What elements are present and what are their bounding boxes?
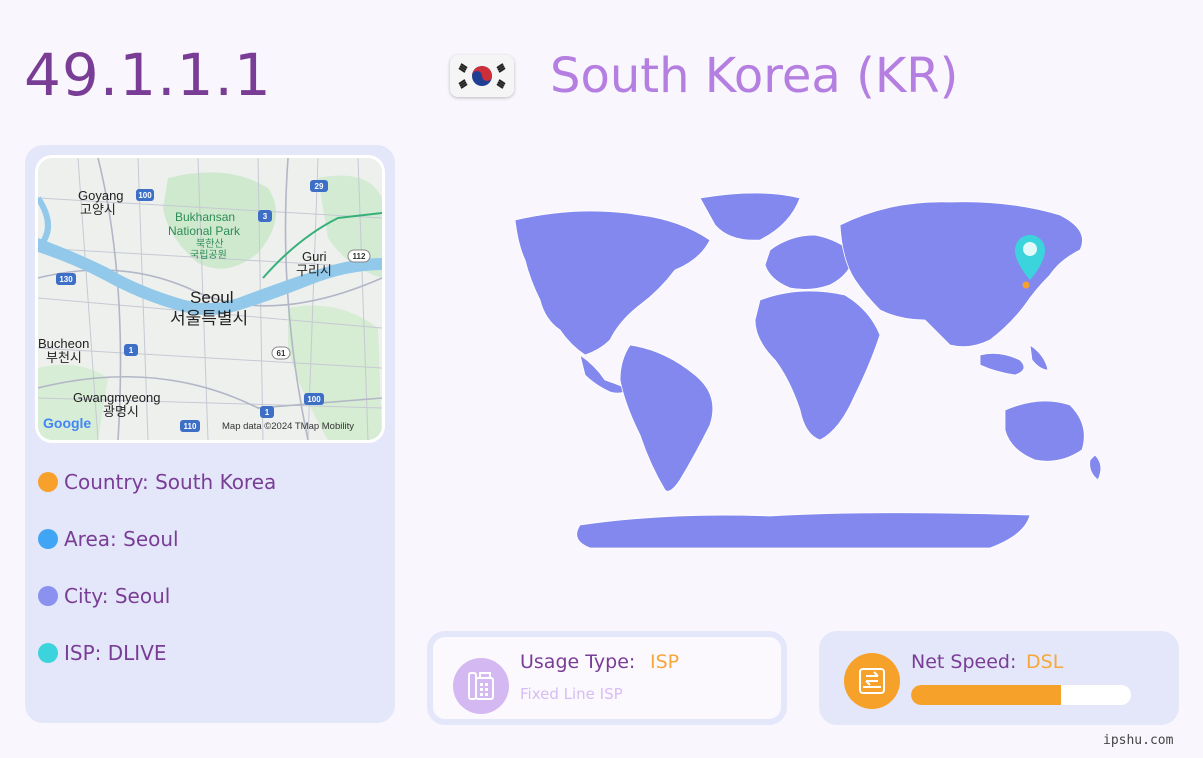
- city-map[interactable]: 100 29 3 112 130 1 61 100 1 110 Goyang 고…: [38, 158, 382, 440]
- net-speed-card: Net Speed: DSL: [819, 631, 1179, 725]
- road-shield: 100: [138, 191, 152, 200]
- country-title: South Korea (KR): [550, 48, 959, 104]
- road-shield: 112: [353, 252, 366, 261]
- country-dot-icon: [38, 472, 58, 492]
- usage-type-value: ISP: [650, 651, 680, 673]
- info-isp: ISP: DLIVE: [38, 641, 167, 665]
- location-card: 100 29 3 112 130 1 61 100 1 110 Goyang 고…: [25, 145, 395, 723]
- usage-type-card: Usage Type: ISP Fixed Line ISP: [427, 631, 787, 725]
- map-label-guri-ko: 구리시: [296, 263, 332, 278]
- google-logo: Google: [43, 415, 91, 431]
- site-watermark: ipshu.com: [1103, 733, 1174, 748]
- road-shield: 100: [307, 395, 321, 404]
- road-shield: 1: [265, 408, 270, 417]
- info-area-label: Area: Seoul: [64, 527, 179, 551]
- map-label-bukhansan: Bukhansan: [175, 210, 235, 224]
- info-country: Country: South Korea: [38, 470, 276, 494]
- info-city-label: City: Seoul: [64, 584, 171, 608]
- city-dot-icon: [38, 586, 58, 606]
- road-shield: 130: [59, 275, 73, 284]
- road-shield: 1: [129, 346, 134, 355]
- road-shield: 3: [263, 212, 268, 221]
- net-speed-label: Net Speed:: [911, 651, 1017, 673]
- info-isp-label: ISP: DLIVE: [64, 641, 167, 665]
- map-label-bukhansan-ko: 북한산: [196, 238, 224, 250]
- map-label-seoul-ko: 서울특별시: [170, 309, 248, 328]
- road-shield: 61: [277, 349, 286, 358]
- net-speed-progress-bar: [911, 685, 1131, 705]
- map-label-national-park: National Park: [168, 224, 241, 238]
- map-label-bucheon-ko: 부천시: [46, 350, 82, 365]
- map-label-bucheon: Bucheon: [38, 336, 89, 351]
- net-speed-value: DSL: [1026, 651, 1064, 673]
- map-label-guri: Guri: [302, 249, 327, 264]
- usage-type-sub: Fixed Line ISP: [520, 685, 623, 703]
- ip-address-title: 49.1.1.1: [24, 41, 272, 109]
- road-shield: 29: [315, 182, 324, 191]
- usage-type-label: Usage Type:: [520, 651, 636, 673]
- transfer-drive-icon: [844, 653, 900, 709]
- map-label-seoul: Seoul: [190, 288, 233, 307]
- south-korea-flag-icon: [450, 55, 514, 97]
- fax-phone-icon: [453, 658, 509, 714]
- map-label-gwangmyeong: Gwangmyeong: [73, 390, 160, 405]
- info-area: Area: Seoul: [38, 527, 179, 551]
- world-map: [470, 180, 1160, 564]
- map-label-national-park-ko: 국립공원: [190, 248, 227, 261]
- map-label-goyang: Goyang: [78, 188, 124, 203]
- map-label-gwangmyeong-ko: 광명시: [103, 404, 139, 419]
- info-city: City: Seoul: [38, 584, 170, 608]
- net-speed-progress-fill: [911, 685, 1061, 705]
- map-label-goyang-ko: 고양시: [80, 202, 116, 217]
- isp-dot-icon: [38, 643, 58, 663]
- road-shield: 110: [184, 422, 197, 431]
- area-dot-icon: [38, 529, 58, 549]
- map-attribution: Map data ©2024 TMap Mobility: [222, 421, 354, 432]
- info-country-label: Country: South Korea: [64, 470, 277, 494]
